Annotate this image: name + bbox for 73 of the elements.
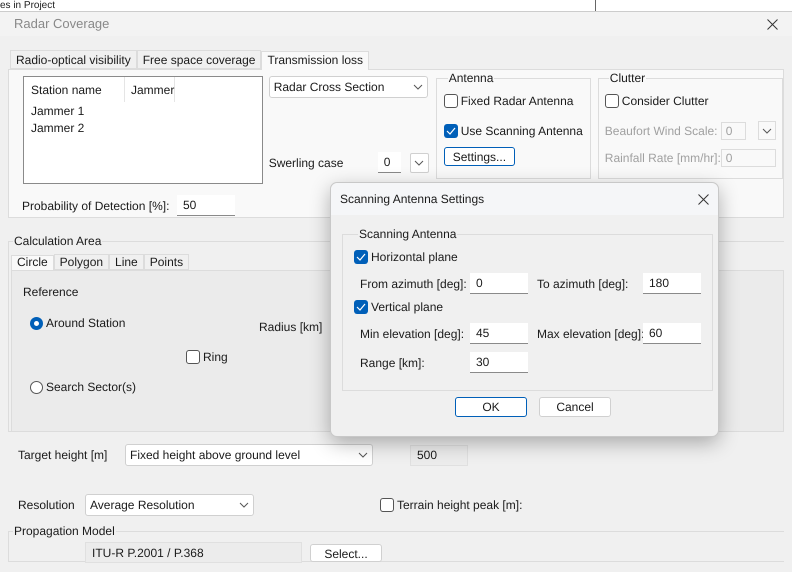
column-header[interactable]: Jammer	[125, 77, 175, 102]
field-label: Min elevation [deg]:	[360, 326, 466, 342]
checkbox-label: Horizontal plane	[371, 249, 458, 266]
dropdown-value[interactable]: 0	[378, 152, 401, 173]
field-label: Rainfall Rate [mm/hr]:	[604, 150, 721, 167]
input-field[interactable]: 0	[470, 273, 528, 294]
field-label: Range [km]:	[360, 354, 426, 372]
tab[interactable]: Transmission loss	[261, 51, 370, 70]
checkbox[interactable]	[186, 350, 200, 364]
radio-label: Around Station	[46, 315, 126, 332]
field-label: Beaufort Wind Scale:	[604, 122, 719, 140]
checkbox-label: Vertical plane	[371, 299, 444, 316]
dropdown-button[interactable]	[410, 152, 429, 172]
group-title: Scanning Antenna	[358, 226, 458, 243]
radio-button[interactable]	[30, 316, 43, 330]
input-field[interactable]: 500	[410, 444, 468, 466]
input-field[interactable]: 180	[643, 273, 701, 294]
group-title: Clutter	[608, 70, 646, 87]
field-label: From azimuth [deg]:	[360, 276, 468, 292]
section-label: Reference	[23, 285, 78, 299]
dialog-button[interactable]: OK	[455, 397, 527, 417]
checkbox-label: Ring	[203, 349, 228, 366]
field-label: Swerling case	[268, 154, 344, 172]
column-header[interactable]: Station name	[29, 77, 125, 102]
input-field[interactable]: 50	[177, 195, 235, 216]
dialog-title: Scanning Antenna Settings	[340, 191, 484, 208]
checkbox[interactable]	[354, 250, 368, 264]
tab[interactable]: Circle	[11, 255, 54, 271]
dropdown[interactable]: Average Resolution	[85, 494, 254, 516]
field-label: Probability of Detection [%]:	[22, 198, 170, 214]
close-icon[interactable]	[698, 194, 709, 204]
tab[interactable]: Line	[109, 254, 144, 270]
checkbox-label: Terrain height peak [m]:	[397, 497, 522, 514]
chevron-down-icon	[239, 502, 249, 508]
input-field[interactable]: 30	[470, 352, 528, 373]
checkbox-label: Fixed Radar Antenna	[460, 93, 574, 110]
input-field[interactable]: 60	[643, 323, 701, 344]
chevron-down-icon	[762, 128, 772, 134]
list-item[interactable]: Jammer 2	[29, 119, 257, 136]
group-title: Antenna	[448, 70, 494, 87]
dropdown[interactable]: Radar Cross Section	[268, 76, 428, 98]
field-label: Target height [m]	[18, 447, 108, 464]
dialog-button[interactable]: Cancel	[539, 397, 611, 417]
checkbox[interactable]	[444, 94, 458, 108]
checkbox-label: Use Scanning Antenna	[460, 123, 583, 140]
field-label: Resolution	[18, 497, 76, 514]
checkbox[interactable]	[354, 300, 368, 314]
window-title: Radar Coverage	[14, 15, 110, 34]
group-title: Calculation Area	[13, 233, 102, 250]
field-label: Radius [km]	[259, 319, 322, 336]
checkbox[interactable]	[380, 498, 394, 512]
input-field[interactable]: 45	[470, 323, 528, 344]
tab[interactable]: Radio-optical visibility	[10, 50, 137, 69]
dropdown[interactable]: Fixed height above ground level	[125, 444, 373, 466]
field-label: To azimuth [deg]:	[537, 276, 630, 292]
field-label: Max elevation [deg]:	[537, 326, 643, 342]
checkbox[interactable]	[444, 124, 458, 138]
input-field[interactable]: ITU-R P.2001 / P.368	[85, 542, 302, 563]
list-item[interactable]: Jammer 1	[29, 102, 257, 119]
radio-button[interactable]	[30, 380, 43, 394]
group-title: Propagation Model	[13, 523, 116, 540]
tab[interactable]: Points	[144, 254, 190, 270]
chevron-down-icon	[412, 84, 423, 90]
tab[interactable]: Free space coverage	[136, 50, 262, 69]
tab[interactable]: Polygon	[54, 254, 110, 270]
background-window-text: es in Project	[0, 0, 596, 11]
close-icon[interactable]	[767, 18, 778, 30]
checkbox-label: Consider Clutter	[622, 93, 708, 110]
chevron-down-icon	[358, 452, 368, 458]
select-button[interactable]: Select...	[310, 544, 382, 562]
radio-label: Search Sector(s)	[46, 379, 136, 396]
chevron-down-icon	[414, 160, 424, 166]
settings-button[interactable]: Settings...	[444, 147, 516, 166]
